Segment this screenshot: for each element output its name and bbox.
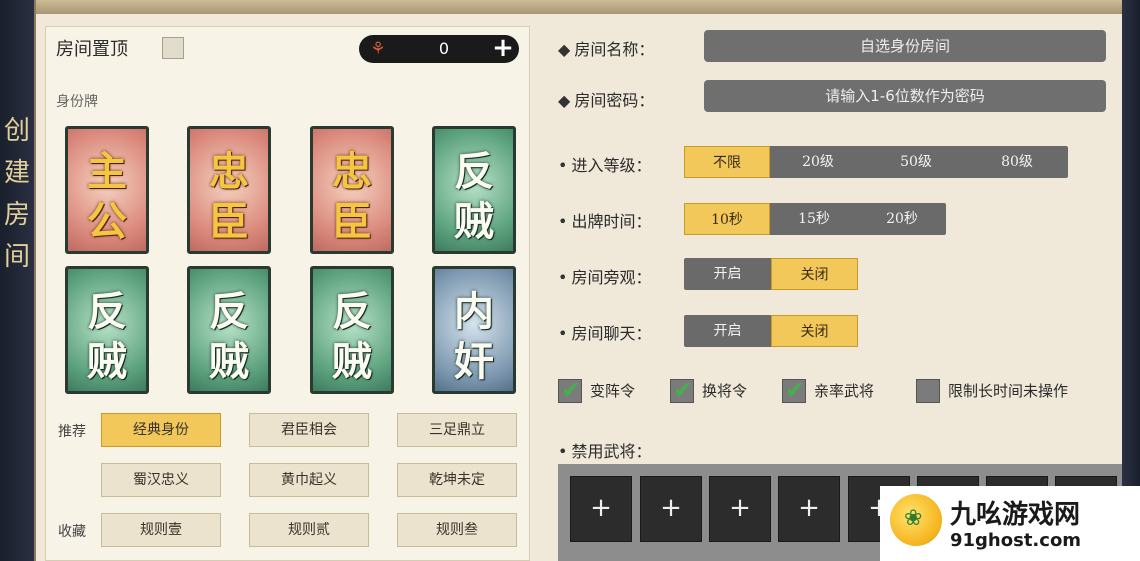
- role-card-loyalist[interactable]: 忠 臣: [187, 126, 271, 254]
- ban-slot-add-button[interactable]: +: [709, 476, 771, 542]
- time-option[interactable]: 20秒: [858, 203, 946, 235]
- spectate-segment: 开启 关闭: [684, 258, 858, 290]
- time-option[interactable]: 10秒: [684, 203, 770, 235]
- spectate-off-option[interactable]: 关闭: [771, 258, 858, 290]
- mode-button[interactable]: 蜀汉忠义: [101, 463, 221, 497]
- watermark-title: 九吆游戏网: [950, 500, 1081, 530]
- mode-button-classic[interactable]: 经典身份: [101, 413, 221, 447]
- check-icon: ✔: [673, 376, 694, 404]
- sidebar-title: 创建房间: [4, 116, 31, 272]
- play-time-segment: 10秒 15秒 20秒: [684, 203, 946, 235]
- level-option[interactable]: 20级: [770, 146, 866, 178]
- time-option[interactable]: 15秒: [770, 203, 858, 235]
- spectate-label: • 房间旁观：: [558, 268, 652, 287]
- room-password-input[interactable]: 请输入1-6位数作为密码: [704, 80, 1106, 112]
- check-icon: ✔: [785, 376, 806, 404]
- chat-label: • 房间聊天：: [558, 324, 652, 343]
- identity-panel: 房间置顶 ⚘ 0 + 身份牌 主 公 忠 臣 忠 臣 反 贼 反 贼 反 贼 反…: [45, 26, 530, 561]
- level-label: • 进入等级：: [558, 156, 652, 175]
- role-card-rebel[interactable]: 反 贼: [65, 266, 149, 394]
- collect-button[interactable]: 规则壹: [101, 513, 221, 547]
- mode-button[interactable]: 君臣相会: [249, 413, 369, 447]
- room-name-label: ◆ 房间名称：: [558, 40, 655, 59]
- watermark-url: 91ghost.com: [950, 530, 1082, 551]
- mode-button[interactable]: 乾坤未定: [397, 463, 517, 497]
- recommend-label: 推荐: [58, 424, 86, 440]
- role-card-rebel[interactable]: 反 贼: [432, 126, 516, 254]
- role-card-rebel[interactable]: 反 贼: [187, 266, 271, 394]
- role-card-lord[interactable]: 主 公: [65, 126, 149, 254]
- ban-slot-add-button[interactable]: +: [640, 476, 702, 542]
- checkbox[interactable]: [916, 379, 940, 403]
- chat-on-option[interactable]: 开启: [684, 315, 771, 347]
- chat-segment: 开启 关闭: [684, 315, 858, 347]
- pin-room-label: 房间置顶: [56, 39, 128, 60]
- checkbox[interactable]: ✔: [558, 376, 582, 404]
- top-frame: [0, 0, 1140, 14]
- ban-generals-label: • 禁用武将：: [558, 442, 652, 461]
- identity-cards-label: 身份牌: [56, 94, 98, 110]
- room-name-input[interactable]: 自选身份房间: [704, 30, 1106, 62]
- collect-button[interactable]: 规则叁: [397, 513, 517, 547]
- collect-button[interactable]: 规则贰: [249, 513, 369, 547]
- chat-off-option[interactable]: 关闭: [771, 315, 858, 347]
- checkbox[interactable]: ✔: [782, 376, 806, 404]
- room-password-label: ◆ 房间密码：: [558, 91, 655, 110]
- add-coin-button[interactable]: +: [489, 35, 517, 63]
- flower-logo-icon: ❀: [890, 494, 942, 546]
- pin-room-checkbox[interactable]: [162, 37, 184, 59]
- right-edge: [1122, 0, 1140, 561]
- collect-label: 收藏: [58, 524, 86, 540]
- level-option[interactable]: 不限: [684, 146, 770, 178]
- spectate-on-option[interactable]: 开启: [684, 258, 771, 290]
- mode-button[interactable]: 黄巾起义: [249, 463, 369, 497]
- level-option[interactable]: 80级: [966, 146, 1068, 178]
- watermark: ❀ 九吆游戏网 91ghost.com: [880, 486, 1140, 561]
- coin-bar: ⚘ 0 +: [359, 35, 519, 63]
- role-card-traitor[interactable]: 内 奸: [432, 266, 516, 394]
- level-option[interactable]: 50级: [866, 146, 966, 178]
- ban-slot-add-button[interactable]: +: [570, 476, 632, 542]
- play-time-label: • 出牌时间：: [558, 212, 652, 231]
- mode-button[interactable]: 三足鼎立: [397, 413, 517, 447]
- left-sidebar: 创建房间: [0, 0, 36, 561]
- role-card-rebel[interactable]: 反 贼: [310, 266, 394, 394]
- check-icon: ✔: [561, 376, 582, 404]
- role-card-loyalist[interactable]: 忠 臣: [310, 126, 394, 254]
- checkbox[interactable]: ✔: [670, 376, 694, 404]
- ban-slot-add-button[interactable]: +: [778, 476, 840, 542]
- level-segment: 不限 20级 50级 80级: [684, 146, 1068, 178]
- coin-value: 0: [438, 39, 450, 58]
- coin-icon: ⚘: [370, 39, 386, 59]
